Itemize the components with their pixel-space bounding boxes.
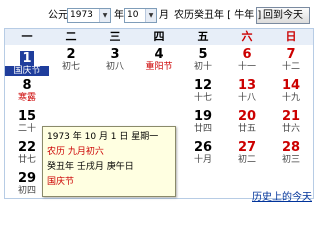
weekday-fri: 五 (197, 30, 209, 43)
tooltip-ganzhi: 癸丑年 壬戌月 庚午日 (47, 162, 134, 172)
day-number: 26 (193, 140, 213, 155)
chevron-down-icon: ▼ (99, 9, 110, 22)
lunar-day: 十九 (281, 93, 300, 103)
day-cell[interactable]: 8 寒露 (5, 78, 49, 104)
day-number: 12 (193, 78, 213, 93)
lunar-day: 初三 (281, 155, 300, 165)
day-number: 1 (20, 51, 34, 66)
lunar-day: 初十 (193, 62, 212, 72)
calendar-grid: 一 二 三 四 五 六 日 1 国庆节 2 初七 3 初八 4 重阳节 5 初十 6 十一 7 十二 8 寒露… (4, 28, 314, 199)
weekday-thu: 四 (153, 30, 165, 43)
month-unit-label: 月 (159, 10, 169, 21)
day-cell[interactable]: 14 十九 (269, 78, 313, 104)
day-number: 27 (237, 140, 257, 155)
day-cell[interactable]: 13 十八 (225, 78, 269, 104)
lunar-day: 国庆节 (5, 66, 49, 76)
lunar-day: 重阳节 (145, 62, 173, 72)
day-cell[interactable]: 6 十一 (225, 47, 269, 73)
weekday-header: 一 二 三 四 五 六 日 (5, 29, 313, 45)
lunar-day: 十一 (237, 62, 256, 72)
lunar-day: 寒露 (17, 93, 36, 103)
day-cell[interactable]: 19 廿四 (181, 109, 225, 135)
day-cell[interactable]: 4 重阳节 (137, 47, 181, 73)
lunar-year-label: 农历癸丑年 [ 牛年 ] (174, 10, 262, 21)
year-unit-label: 年 (114, 10, 124, 21)
day-cell[interactable]: 12 十七 (181, 78, 225, 104)
day-cell[interactable]: 27 初二 (225, 140, 269, 166)
chevron-down-icon: ▼ (145, 9, 156, 22)
day-number: 7 (286, 47, 296, 62)
lunar-day: 廿四 (193, 124, 212, 134)
lunar-day: 廿五 (237, 124, 256, 134)
lunar-day: 初七 (61, 62, 80, 72)
day-number: 2 (66, 47, 76, 62)
lunar-day: 十八 (237, 93, 256, 103)
day-number: 8 (22, 78, 32, 93)
toolbar: 公元 1973 ▼ 年 10 ▼ 月 回到今天 (0, 0, 318, 28)
date-detail-tooltip: 1973 年 10 月 1 日 星期一 农历 九月初六 癸丑年 壬戌月 庚午日 … (42, 126, 176, 197)
era-label: 公元 (48, 10, 68, 21)
day-number: 28 (281, 140, 301, 155)
back-to-today-button[interactable]: 回到今天 (256, 7, 310, 24)
day-number: 21 (281, 109, 301, 124)
day-cell[interactable]: 5 初十 (181, 47, 225, 73)
weekday-mon: 一 (21, 30, 33, 43)
day-number: 15 (17, 109, 37, 124)
year-select-value: 1973 (70, 10, 93, 20)
lunar-day: 廿六 (281, 124, 300, 134)
day-cell[interactable]: 26 十月 (181, 140, 225, 166)
lunar-day: 十月 (193, 155, 212, 165)
day-cell[interactable]: 21 廿六 (269, 109, 313, 135)
month-select-value: 10 (127, 10, 139, 20)
weekday-tue: 二 (65, 30, 77, 43)
day-cell[interactable]: 20 廿五 (225, 109, 269, 135)
tooltip-festival: 国庆节 (47, 177, 75, 187)
day-cell[interactable]: 7 十二 (269, 47, 313, 73)
weekday-sun: 日 (285, 30, 297, 43)
lunar-day: 十七 (193, 93, 212, 103)
lunar-day: 初八 (105, 62, 124, 72)
day-cell[interactable]: 3 初八 (93, 47, 137, 73)
lunar-day: 初二 (237, 155, 256, 165)
weekday-wed: 三 (109, 30, 121, 43)
history-today-link[interactable]: 历史上的今天 (252, 192, 312, 204)
tooltip-solar-date: 1973 年 10 月 1 日 星期一 (47, 132, 159, 142)
day-number: 19 (193, 109, 213, 124)
day-number: 13 (237, 78, 257, 93)
day-cell[interactable]: 1 国庆节 (5, 47, 49, 76)
lunar-day: 十二 (281, 62, 300, 72)
day-number: 6 (242, 47, 252, 62)
weekday-sat: 六 (241, 30, 253, 43)
day-number: 4 (154, 47, 164, 62)
day-number: 20 (237, 109, 257, 124)
year-select[interactable]: 1973 ▼ (67, 8, 111, 23)
tooltip-lunar-date: 农历 九月初六 (47, 147, 104, 157)
day-cell[interactable]: 28 初三 (269, 140, 313, 166)
month-select[interactable]: 10 ▼ (124, 8, 157, 23)
day-number: 5 (198, 47, 208, 62)
day-cell[interactable]: 2 初七 (49, 47, 93, 73)
day-number: 3 (110, 47, 120, 62)
day-number: 14 (281, 78, 301, 93)
